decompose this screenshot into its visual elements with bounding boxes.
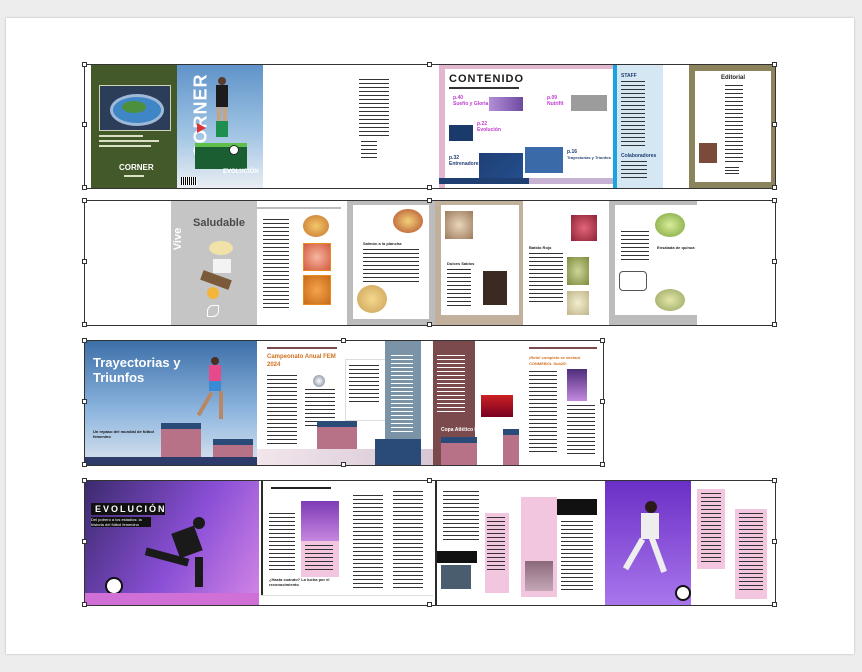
food-stack xyxy=(200,241,241,301)
contents-title: CONTENIDO xyxy=(449,73,524,85)
contents-page: CONTENIDO p.40 Sueño y Gloria p.09 Nutri… xyxy=(439,65,613,188)
recipe-label: Salmón a la plancha xyxy=(363,241,402,246)
ball-icon xyxy=(229,145,239,155)
recipe-photo xyxy=(655,213,685,237)
podium-block xyxy=(375,439,421,465)
vive-saludable-page: Vive Saludable xyxy=(171,201,257,325)
cover-evolution-tag: EVOLUCIÓN xyxy=(223,169,259,175)
contents-photo-2 xyxy=(571,95,607,111)
recipe-page-2: Salmón a la plancha xyxy=(347,201,435,325)
contents-item-label[interactable]: Trayectorias y Triunfos xyxy=(567,155,611,160)
team-photo xyxy=(481,395,513,417)
page-canvas: CORNER CORNER EVOLUCIÓN CONTENIDO p.40 S… xyxy=(6,18,854,654)
saludable-title: Saludable xyxy=(193,217,245,229)
spread-3[interactable]: Trayectorias y Triunfos Un repaso del mu… xyxy=(84,340,604,466)
contributors-title: Colaboradores xyxy=(621,153,657,159)
recipe-photo xyxy=(445,211,473,239)
recipe-photo xyxy=(655,289,685,311)
side-story-page: ¡Reto! completo se declaró CONMEBOL Sub2… xyxy=(519,341,603,465)
editorial-title: Editorial xyxy=(721,75,746,81)
spread-1[interactable]: CORNER CORNER EVOLUCIÓN CONTENIDO p.40 S… xyxy=(84,64,776,189)
recipe-page-4: Batido Rojo xyxy=(523,201,609,325)
text-page xyxy=(263,65,439,188)
recipe-photo xyxy=(393,209,423,233)
back-cover-title: CORNER xyxy=(119,163,154,172)
kicking-player xyxy=(622,501,675,581)
podium-block xyxy=(441,437,477,465)
disco-ball xyxy=(313,375,325,387)
editor-portrait xyxy=(699,143,717,163)
recipe-label: Ensalada de quinoa xyxy=(657,245,695,250)
contents-item-label[interactable]: Nutrifit xyxy=(547,101,563,107)
leaf-icon xyxy=(207,305,219,317)
staff-title: STAFF xyxy=(621,73,637,79)
front-cover: CORNER EVOLUCIÓN xyxy=(177,65,263,188)
trayectorias-title: Trayectorias y Triunfos xyxy=(93,355,181,385)
contents-photo-1 xyxy=(489,97,523,111)
player-silhouette xyxy=(135,517,225,587)
contents-photo-5 xyxy=(525,147,563,173)
staff-page: STAFF Colaboradores xyxy=(613,65,663,188)
ball-icon xyxy=(675,585,691,601)
recipe-label: Batido Rojo xyxy=(529,245,552,250)
player-photo xyxy=(301,501,339,541)
jumping-athlete xyxy=(196,357,229,427)
recipe-page-1 xyxy=(257,201,341,325)
player-photo xyxy=(525,561,553,591)
copa-title: Copa Atlético Femenino xyxy=(441,427,499,433)
back-cover: CORNER xyxy=(91,65,177,188)
pitch-block xyxy=(195,143,247,169)
campeonato-title: Campeonato Anual FEM 2024 xyxy=(267,354,336,368)
barcode xyxy=(181,177,197,185)
evolucion-page-2: ¿Hasta cuándo? La lucha por el reconocim… xyxy=(261,481,433,605)
recipe-photo xyxy=(567,291,589,315)
editorial-page: Editorial xyxy=(689,65,775,188)
side-story-title: ¡Reto! completo se declaró CONMEBOL Sub2… xyxy=(529,355,581,366)
trayectorias-subtitle: Un repaso del mundial de fútbol femenino xyxy=(93,429,154,439)
recipe-page-3: Dulces Sabios xyxy=(435,201,523,325)
recipe-heading: Dulces Sabios xyxy=(447,261,475,266)
recipe-photo xyxy=(357,285,387,313)
recipe-photo xyxy=(567,257,589,285)
athlete-figure xyxy=(215,77,229,147)
team-photo xyxy=(441,565,471,589)
recipe-page-5: Ensalada de quinoa xyxy=(609,201,697,325)
evolucion-page-3 xyxy=(435,481,603,605)
recipe-photo xyxy=(303,215,329,237)
campeonato-page: Campeonato Anual FEM 2024 xyxy=(257,341,433,465)
contents-item-label[interactable]: Sueño y Gloria xyxy=(453,101,488,107)
trayectorias-page: Trayectorias y Triunfos Un repaso del mu… xyxy=(85,341,257,465)
spread-4[interactable]: EVOLUCIÓN Del potrero a los estadios: la… xyxy=(84,480,776,606)
evolucion-page-4 xyxy=(605,481,775,605)
recipe-photo xyxy=(303,275,331,305)
pull-quote: ¿Hasta cuándo? La lucha por el reconocim… xyxy=(269,577,330,587)
evolucion-title: EVOLUCIÓN xyxy=(95,504,167,514)
recipe-photo xyxy=(571,215,597,241)
podium-block xyxy=(503,429,519,465)
evolucion-opener: EVOLUCIÓN Del potrero a los estadios: la… xyxy=(85,481,259,605)
contents-item-label[interactable]: Evolución xyxy=(477,127,501,133)
pot-icon xyxy=(619,271,647,291)
contents-photo-3 xyxy=(449,125,473,141)
copa-page: Copa Atlético Femenino xyxy=(433,341,519,465)
recipe-photo xyxy=(303,243,331,271)
vive-title: Vive xyxy=(172,227,185,251)
recipe-photo xyxy=(483,271,507,305)
stadium-photo xyxy=(99,85,171,131)
spread-2[interactable]: Vive Saludable Salmón a la plancha Dulce… xyxy=(84,200,776,326)
flag-icon xyxy=(197,123,206,133)
trophy-photo xyxy=(567,369,587,401)
